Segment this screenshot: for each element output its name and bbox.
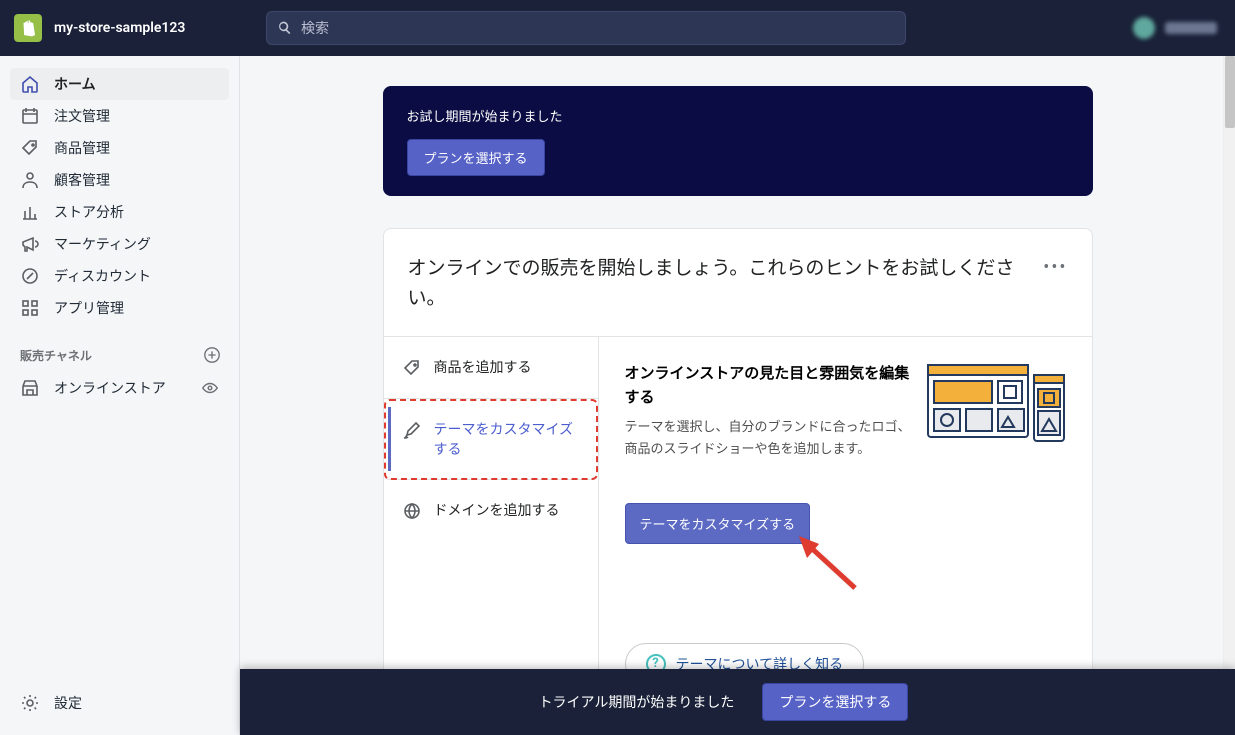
search-wrap [258,11,918,45]
apps-icon [20,298,40,318]
tag-icon [402,358,422,378]
sidebar-item-marketing[interactable]: マーケティング [10,228,229,260]
channels-title: 販売チャネル [20,347,92,364]
card-title: オンラインでの販売を開始しましょう。これらのヒントをお試しください。 [408,253,1032,314]
scrollbar[interactable] [1223,56,1235,735]
sidebar-item-products[interactable]: 商品管理 [10,132,229,164]
storefront-icon [20,378,40,398]
sidebar-item-label: オンラインストア [54,378,166,398]
sidebar-item-online-store[interactable]: オンラインストア [10,372,229,404]
sidebar-item-label: 注文管理 [54,106,110,126]
card-more-button[interactable]: ••• [1031,253,1067,278]
person-icon [20,170,40,190]
main-content: お試し期間が始まりました プランを選択する オンラインでの販売を開始しましょう。… [240,56,1235,735]
trial-message: お試し期間が始まりました [407,106,1069,125]
setup-item-label: ドメインを追加する [434,500,560,520]
tag-icon [20,138,40,158]
customize-theme-button[interactable]: テーマをカスタマイズする [625,503,811,544]
sidebar-item-apps[interactable]: アプリ管理 [10,292,229,324]
sidebar-item-label: アプリ管理 [54,298,124,318]
sidebar-item-label: 設定 [54,693,82,713]
search-box[interactable] [266,11,906,45]
setup-item-add-domain[interactable]: ドメインを追加する [384,480,598,541]
bottom-select-plan-button[interactable]: プランを選択する [762,683,908,721]
setup-card: オンラインでの販売を開始しましょう。これらのヒントをお試しください。 ••• 商… [383,228,1093,726]
search-input[interactable] [301,20,895,36]
sidebar-item-analytics[interactable]: ストア分析 [10,196,229,228]
discount-icon [20,266,40,286]
setup-item-add-product[interactable]: 商品を追加する [384,337,598,399]
sidebar-item-discounts[interactable]: ディスカウント [10,260,229,292]
add-channel-button[interactable] [203,346,221,364]
home-icon [20,74,40,94]
theme-illustration [926,361,1066,447]
megaphone-icon [20,234,40,254]
analytics-icon [20,202,40,222]
avatar [1133,17,1155,39]
sidebar-item-label: 商品管理 [54,138,110,158]
store-name: my-store-sample123 [54,20,185,36]
sidebar-item-label: ストア分析 [54,202,124,222]
sidebar-item-customers[interactable]: 顧客管理 [10,164,229,196]
orders-icon [20,106,40,126]
setup-item-customize-theme[interactable]: テーマをカスタマイズする [384,399,598,480]
shopify-logo-icon [14,14,42,42]
sidebar-item-home[interactable]: ホーム [10,68,229,100]
sidebar-item-label: ホーム [54,74,96,94]
bottom-bar-text: トライアル期間が始まりました [539,692,735,712]
sidebar-item-label: マーケティング [54,234,151,254]
view-store-icon[interactable] [201,379,219,397]
top-header: my-store-sample123 [0,0,1235,56]
trial-select-plan-button[interactable]: プランを選択する [407,139,545,176]
sidebar-item-label: 顧客管理 [54,170,110,190]
setup-detail-panel: オンラインストアの見た目と雰囲気を編集する テーマを選択し、自分のブランドに合っ… [599,337,1092,725]
annotation-arrow [795,536,865,596]
sidebar: ホーム 注文管理 商品管理 顧客管理 ストア分析 マーケティング [0,56,240,735]
globe-icon [402,501,422,521]
gear-icon [20,693,40,713]
user-label-blurred [1165,22,1217,34]
sidebar-item-label: ディスカウント [54,266,151,286]
sidebar-item-settings[interactable]: 設定 [10,687,229,719]
trial-banner: お試し期間が始まりました プランを選択する [383,86,1093,196]
setup-item-label: テーマをカスタマイズする [434,419,580,459]
detail-title: オンラインストアの見た目と雰囲気を編集する [625,361,914,409]
brush-icon [402,420,422,440]
sidebar-item-orders[interactable]: 注文管理 [10,100,229,132]
setup-item-label: 商品を追加する [434,357,532,377]
search-icon [277,20,293,36]
logo-area[interactable]: my-store-sample123 [0,14,258,42]
sales-channels-header: 販売チャネル [0,326,239,370]
user-menu[interactable] [1133,17,1235,39]
setup-steps-list: 商品を追加する テーマをカスタマイズする ドメインを追加する [384,337,599,725]
bottom-trial-bar: トライアル期間が始まりました プランを選択する [240,669,1235,735]
detail-description: テーマを選択し、自分のブランドに合ったロゴ、商品のスライドショーや色を追加します… [625,417,914,461]
